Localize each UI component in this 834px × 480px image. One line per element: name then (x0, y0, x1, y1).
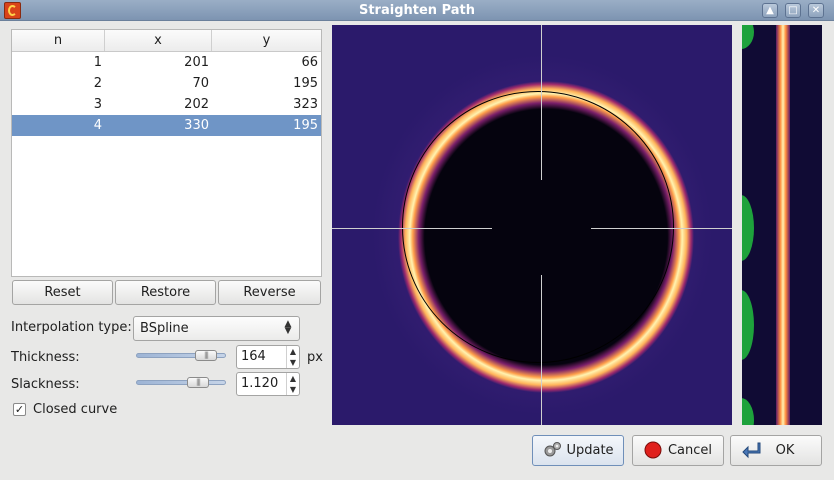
straightened-preview-image (742, 25, 822, 425)
slackness-slider[interactable]: ||| (136, 377, 226, 388)
close-icon[interactable]: ✕ (808, 3, 824, 18)
cell-y: 195 (293, 76, 318, 91)
ok-button[interactable]: OK (730, 435, 822, 466)
cell-x: 201 (184, 55, 209, 70)
maximize-icon[interactable]: □ (785, 3, 801, 18)
crosshair-line (332, 228, 492, 229)
cell-y: 195 (293, 118, 318, 133)
straightened-ring-stripe (776, 25, 790, 425)
slackness-label: Slackness: (11, 377, 80, 392)
crosshair-line (591, 228, 732, 229)
window-title: Straighten Path (358, 3, 475, 18)
cell-y: 66 (301, 55, 318, 70)
table-row-selected[interactable]: 4 330 195 (12, 115, 321, 136)
reverse-button[interactable]: Reverse (218, 280, 321, 305)
table-row[interactable]: 3 202 323 (12, 94, 321, 115)
slackness-slider-handle[interactable]: ||| (187, 377, 209, 388)
cell-n: 4 (93, 118, 102, 133)
gears-icon (544, 442, 561, 457)
update-button[interactable]: Update (532, 435, 624, 466)
mask-region (742, 195, 754, 261)
interpolation-label: Interpolation type: (11, 320, 132, 335)
interpolation-type-select[interactable]: BSpline ▲ ▼ (133, 316, 300, 341)
path-preview-image[interactable] (332, 25, 732, 425)
cell-x: 202 (184, 97, 209, 112)
column-header-y[interactable]: y (212, 30, 321, 51)
table-row[interactable]: 2 70 195 (12, 73, 321, 94)
table-header: n x y (12, 30, 321, 52)
cell-x: 330 (184, 118, 209, 133)
interpolation-value: BSpline (140, 321, 189, 336)
thickness-spinbox[interactable]: 164 ▲ ▼ (236, 345, 300, 369)
ok-label: OK (775, 443, 795, 458)
thickness-label: Thickness: (11, 350, 80, 365)
thickness-slider[interactable]: ||| (136, 350, 226, 361)
cell-y: 323 (293, 97, 318, 112)
closed-curve-checkbox[interactable]: ✓ (13, 403, 26, 416)
thickness-value[interactable]: 164 (241, 346, 266, 368)
restore-button[interactable]: Restore (115, 280, 216, 305)
closed-curve-label[interactable]: Closed curve (33, 402, 117, 417)
cell-n: 2 (93, 76, 102, 91)
reset-button[interactable]: Reset (12, 280, 113, 305)
points-table[interactable]: n x y 1 201 66 2 70 195 3 202 323 4 330 … (11, 29, 322, 277)
stop-icon (644, 441, 662, 459)
mask-region (742, 398, 754, 425)
path-curve (402, 91, 674, 363)
cell-x: 70 (192, 76, 209, 91)
thickness-slider-handle[interactable]: ||| (195, 350, 217, 361)
mask-region (742, 25, 754, 49)
slackness-spinbox[interactable]: 1.120 ▲ ▼ (236, 372, 300, 396)
updown-arrows-icon: ▲ ▼ (284, 319, 292, 336)
window-up-icon[interactable]: ▲ (762, 3, 778, 18)
cell-n: 1 (93, 55, 102, 70)
cell-n: 3 (93, 97, 102, 112)
enter-arrow-icon (742, 442, 761, 459)
spin-arrows-icon[interactable]: ▲ ▼ (286, 373, 299, 395)
cancel-button[interactable]: Cancel (632, 435, 724, 466)
column-header-n[interactable]: n (12, 30, 105, 51)
slackness-value[interactable]: 1.120 (241, 373, 278, 395)
crosshair-line (541, 25, 542, 180)
column-header-x[interactable]: x (105, 30, 212, 51)
table-row[interactable]: 1 201 66 (12, 52, 321, 73)
thickness-unit: px (307, 350, 323, 365)
crosshair-line (541, 275, 542, 425)
title-bar: Straighten Path ▲ □ ✕ (0, 0, 834, 21)
spin-arrows-icon[interactable]: ▲ ▼ (286, 346, 299, 368)
mask-region (742, 290, 754, 360)
